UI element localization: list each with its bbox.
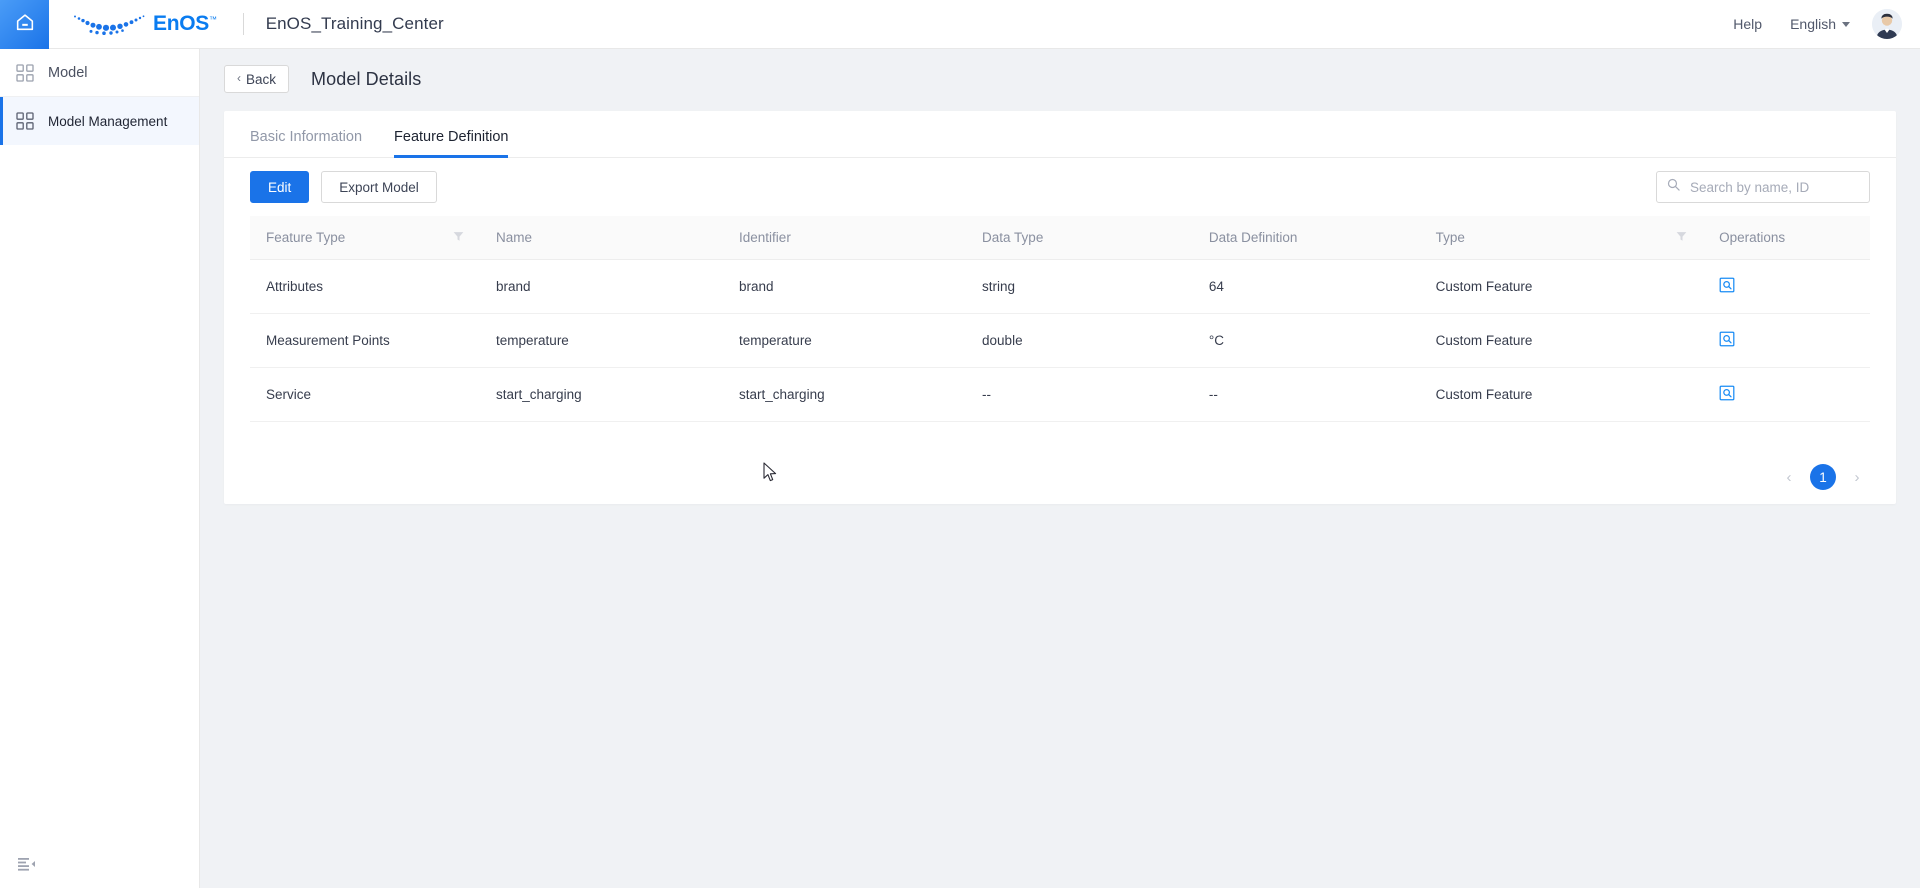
sidebar: Model Model Management: [0, 49, 200, 888]
cell-identifier: start_charging: [723, 367, 967, 422]
cell-feature-type: Attributes: [250, 259, 481, 314]
col-label: Operations: [1719, 229, 1786, 245]
col-type: Type: [1419, 216, 1704, 260]
cell-data-definition: °C: [1192, 313, 1420, 368]
help-link[interactable]: Help: [1719, 16, 1776, 32]
page-content: ‹ Back Model Details Basic Information F…: [200, 49, 1920, 888]
cell-identifier: brand: [723, 259, 967, 314]
col-label: Type: [1435, 229, 1465, 245]
feature-table-wrapper: Feature Type Name Identifier Data Type D…: [224, 216, 1896, 422]
header-actions: Help English: [1719, 9, 1920, 39]
filter-icon[interactable]: [1676, 230, 1687, 245]
table-row[interactable]: Measurement Points temperature temperatu…: [250, 313, 1870, 368]
col-label: Data Type: [982, 229, 1044, 245]
grid-icon: [16, 63, 34, 82]
col-identifier: Identifier: [723, 216, 967, 260]
pagination-prev[interactable]: ‹: [1776, 464, 1802, 490]
cell-data-definition: 64: [1192, 259, 1420, 314]
toolbar: Edit Export Model: [224, 158, 1896, 216]
sidebar-item-label: Model Management: [48, 113, 168, 129]
top-header: EnOS™ EnOS_Training_Center Help English: [0, 0, 1920, 49]
col-feature-type: Feature Type: [250, 216, 481, 260]
col-data-type: Data Type: [966, 216, 1193, 260]
cell-type: Custom Feature: [1419, 259, 1704, 314]
details-card: Basic Information Feature Definition Edi…: [224, 111, 1896, 504]
search-box[interactable]: [1656, 171, 1870, 203]
search-input[interactable]: [1688, 178, 1859, 196]
chevron-down-icon: [1842, 21, 1850, 27]
col-label: Identifier: [739, 229, 791, 245]
col-data-definition: Data Definition: [1192, 216, 1420, 260]
cell-data-type: --: [966, 367, 1193, 422]
col-name: Name: [480, 216, 724, 260]
sidebar-item-label: Model: [48, 64, 88, 81]
tab-basic-information[interactable]: Basic Information: [250, 129, 362, 157]
sidebar-item-model-management[interactable]: Model Management: [0, 97, 199, 145]
pagination: ‹ 1 ›: [1776, 464, 1870, 490]
tab-bar: Basic Information Feature Definition: [224, 111, 1896, 158]
cell-type: Custom Feature: [1419, 367, 1704, 422]
feature-table: Feature Type Name Identifier Data Type D…: [250, 216, 1870, 422]
pagination-page-1[interactable]: 1: [1810, 464, 1836, 490]
cell-name: brand: [480, 259, 724, 314]
cell-name: temperature: [480, 313, 724, 368]
cell-data-type: string: [966, 259, 1193, 314]
cell-identifier: temperature: [723, 313, 967, 368]
home-button[interactable]: [0, 0, 49, 49]
enos-logo-mark: [74, 15, 145, 35]
cell-data-type: double: [966, 313, 1193, 368]
view-detail-icon[interactable]: [1719, 331, 1737, 349]
user-avatar-icon: [1872, 9, 1902, 39]
page-title: Model Details: [311, 68, 422, 89]
col-label: Data Definition: [1208, 229, 1298, 245]
cell-data-definition: --: [1192, 367, 1420, 422]
cell-operations: [1703, 259, 1870, 314]
cell-type: Custom Feature: [1419, 313, 1704, 368]
sidebar-item-model[interactable]: Model: [0, 49, 199, 97]
table-header-row: Feature Type Name Identifier Data Type D…: [250, 216, 1870, 260]
page-header: ‹ Back Model Details: [200, 49, 1920, 99]
table-body: Attributes brand brand string 64 Custom …: [250, 259, 1870, 422]
table-row[interactable]: Attributes brand brand string 64 Custom …: [250, 259, 1870, 314]
menu-fold-icon: [18, 858, 35, 871]
chevron-left-icon: ‹: [237, 71, 241, 85]
header-divider: [242, 13, 244, 35]
col-operations: Operations: [1703, 216, 1870, 260]
enos-logo-text: EnOS™: [153, 12, 217, 35]
cell-feature-type: Measurement Points: [250, 313, 481, 368]
table-head: Feature Type Name Identifier Data Type D…: [250, 216, 1870, 260]
edit-button[interactable]: Edit: [250, 171, 310, 203]
export-model-button[interactable]: Export Model: [321, 171, 437, 203]
avatar[interactable]: [1872, 9, 1902, 39]
language-label: English: [1790, 16, 1836, 32]
sidebar-collapse-button[interactable]: [16, 854, 36, 874]
view-detail-icon[interactable]: [1719, 277, 1737, 295]
project-title: EnOS_Training_Center: [265, 14, 444, 33]
cell-operations: [1703, 367, 1870, 422]
grid-icon: [16, 112, 34, 130]
filter-icon[interactable]: [453, 230, 464, 245]
cell-name: start_charging: [480, 367, 724, 422]
tab-feature-definition[interactable]: Feature Definition: [394, 129, 509, 158]
col-label: Name: [496, 229, 533, 245]
back-button-label: Back: [246, 71, 277, 87]
search-icon: [1667, 178, 1680, 196]
language-selector[interactable]: English: [1776, 16, 1856, 32]
view-detail-icon[interactable]: [1719, 385, 1737, 403]
home-icon: [14, 11, 36, 38]
pagination-next[interactable]: ›: [1844, 464, 1870, 490]
enos-logo[interactable]: EnOS™: [71, 11, 217, 37]
table-row[interactable]: Service start_charging start_charging --…: [250, 367, 1870, 422]
cell-operations: [1703, 313, 1870, 368]
back-button[interactable]: ‹ Back: [224, 65, 290, 93]
col-label: Feature Type: [266, 229, 346, 245]
cell-feature-type: Service: [250, 367, 481, 422]
